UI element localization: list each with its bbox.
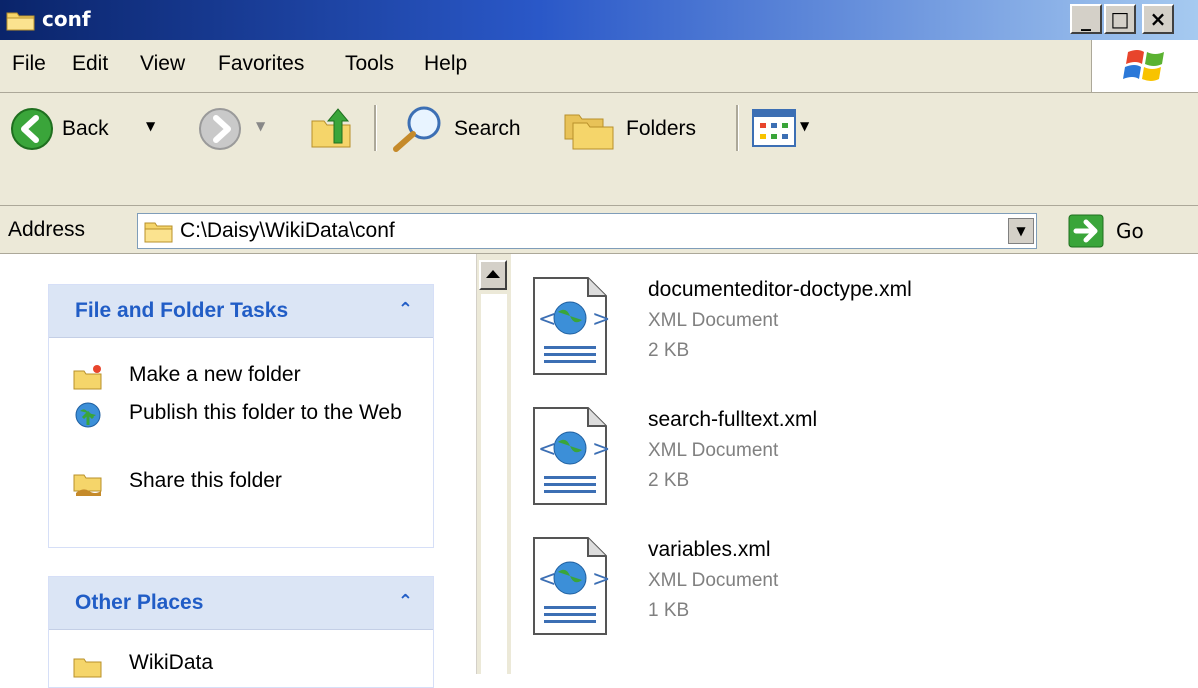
views-icon[interactable] <box>752 109 796 147</box>
explorer-window: conf _ □ × File Edit View Favorites Tool… <box>0 0 1198 688</box>
search-icon[interactable] <box>390 103 446 153</box>
xml-document-icon: < > <box>533 277 610 375</box>
file-type: XML Document <box>648 310 779 331</box>
svg-text:>: > <box>592 307 610 332</box>
menu-favorites[interactable]: Favorites <box>218 52 304 76</box>
tasks-scrollbar[interactable] <box>476 254 511 674</box>
views-dropdown-icon[interactable]: ▼ <box>800 119 809 133</box>
folder-icon <box>144 222 173 243</box>
folder-icon <box>73 658 102 678</box>
panel-title: File and Folder Tasks <box>75 299 289 322</box>
address-label: Address <box>8 218 86 241</box>
file-name: documenteditor-doctype.xml <box>648 278 912 301</box>
other-places-panel: Other Places ⌃ WikiData <box>48 576 434 688</box>
collapse-chevron-icon[interactable]: ⌃ <box>398 591 413 612</box>
file-name: search-fulltext.xml <box>648 408 818 431</box>
menu-view[interactable]: View <box>140 52 185 76</box>
go-arrow-icon[interactable] <box>1068 214 1104 248</box>
svg-text:>: > <box>592 437 610 462</box>
menu-file[interactable]: File <box>12 52 46 76</box>
menu-tools[interactable]: Tools <box>345 52 394 76</box>
folders-button[interactable]: Folders <box>626 117 696 141</box>
xml-document-icon: < > <box>533 407 610 505</box>
windows-logo <box>1091 40 1198 92</box>
address-input[interactable]: C:\Daisy\WikiData\conf ▼ <box>137 213 1037 249</box>
panel-header[interactable]: File and Folder Tasks ⌃ <box>49 285 433 338</box>
minimize-button[interactable]: _ <box>1070 4 1102 34</box>
back-dropdown-icon[interactable]: ▼ <box>146 119 155 133</box>
svg-text:<: < <box>538 567 556 592</box>
back-button[interactable]: Back <box>62 117 109 141</box>
search-button[interactable]: Search <box>454 117 521 141</box>
scroll-up-arrow-icon <box>486 270 500 278</box>
new-folder-icon <box>73 365 102 390</box>
file-size: 1 KB <box>648 600 690 621</box>
file-name: variables.xml <box>648 538 771 561</box>
title-bar[interactable]: conf _ □ × <box>0 0 1198 40</box>
window-title: conf <box>42 7 91 31</box>
toolbar: Back ▼ ▼ Search Folders ▼ <box>0 93 1198 203</box>
toolbar-separator <box>374 105 377 151</box>
back-arrow-icon[interactable] <box>10 107 54 151</box>
file-folder-tasks-panel: File and Folder Tasks ⌃ Make a new folde… <box>48 284 434 548</box>
forward-arrow-icon[interactable] <box>198 107 242 151</box>
content-area: File and Folder Tasks ⌃ Make a new folde… <box>0 253 1198 688</box>
file-type: XML Document <box>648 440 779 461</box>
share-folder-icon <box>73 474 102 496</box>
scroll-track[interactable] <box>481 294 507 674</box>
windows-flag-icon <box>1123 50 1164 81</box>
file-size: 2 KB <box>648 470 690 491</box>
forward-dropdown-icon[interactable]: ▼ <box>256 119 265 133</box>
go-button[interactable]: Go <box>1116 219 1144 243</box>
folders-icon[interactable] <box>563 105 615 151</box>
menu-edit[interactable]: Edit <box>72 52 108 76</box>
address-dropdown-icon[interactable]: ▼ <box>1008 218 1034 244</box>
tasks-pane: File and Folder Tasks ⌃ Make a new folde… <box>0 254 474 688</box>
file-type: XML Document <box>648 570 779 591</box>
xml-document-icon: < > <box>533 537 610 635</box>
folder-icon <box>6 12 35 31</box>
svg-text:<: < <box>538 437 556 462</box>
panel-header[interactable]: Other Places ⌃ <box>49 577 433 630</box>
svg-text:>: > <box>592 567 610 592</box>
address-value: C:\Daisy\WikiData\conf <box>180 219 395 242</box>
file-size: 2 KB <box>648 340 690 361</box>
file-item[interactable]: < > documenteditor-doctype.xml XML Docum… <box>530 274 1170 384</box>
scroll-up-button[interactable] <box>479 260 507 290</box>
collapse-chevron-icon[interactable]: ⌃ <box>398 299 413 320</box>
panel-title: Other Places <box>75 591 204 614</box>
svg-text:<: < <box>538 307 556 332</box>
file-item[interactable]: < > variables.xml XML Document 1 KB <box>530 534 1170 644</box>
address-bar: Address C:\Daisy\WikiData\conf ▼ Go <box>0 205 1198 254</box>
menu-help[interactable]: Help <box>424 52 467 76</box>
menu-bar: File Edit View Favorites Tools Help <box>0 40 1198 93</box>
up-folder-icon[interactable] <box>310 105 356 151</box>
publish-web-icon <box>75 402 101 428</box>
close-button[interactable]: × <box>1142 4 1174 34</box>
maximize-button[interactable]: □ <box>1104 4 1136 34</box>
file-item[interactable]: < > search-fulltext.xml XML Document 2 K… <box>530 404 1170 514</box>
toolbar-separator <box>736 105 739 151</box>
